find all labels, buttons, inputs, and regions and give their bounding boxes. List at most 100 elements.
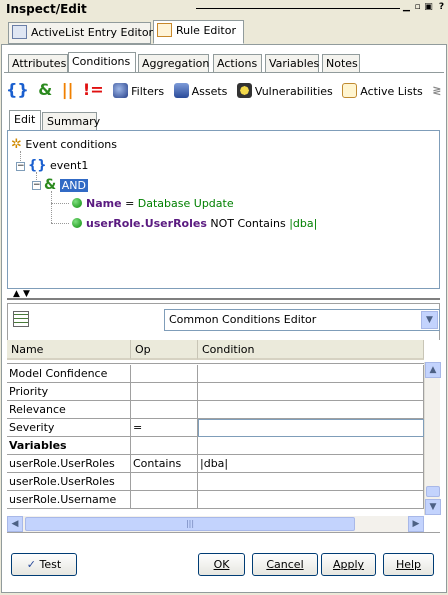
scroll-up-icon[interactable]: ▲ — [425, 362, 441, 378]
tree-root[interactable]: ✲ Event conditions — [11, 137, 117, 152]
tab-actions[interactable]: Actions — [213, 54, 262, 73]
tab-edit[interactable]: Edit — [9, 110, 41, 131]
condition-tree: ✲ Event conditions − {} event1 − & AND N… — [7, 130, 440, 289]
cell-cond[interactable]: |dba| — [198, 455, 424, 473]
assets-button[interactable]: Assets — [173, 82, 227, 98]
horizontal-scrollbar[interactable]: ◀ ||| ▶ — [7, 516, 424, 532]
cell-op[interactable]: Contains — [131, 455, 198, 473]
table-row[interactable]: userRole.Username — [7, 491, 424, 509]
scroll-right-icon[interactable]: ▶ — [408, 516, 424, 532]
tab-rule-editor[interactable]: Rule Editor — [153, 20, 244, 44]
tab-attributes[interactable]: Attributes — [8, 54, 68, 73]
active-lists-label: Active Lists — [360, 84, 423, 98]
condition-value: |dba| — [289, 217, 318, 230]
tab-label: Attributes — [12, 57, 67, 70]
cell-cond[interactable] — [198, 365, 424, 383]
tab-label: Summary — [47, 115, 101, 128]
more-toolbar-icon[interactable]: ≷ — [432, 84, 441, 97]
test-button[interactable]: ✓ Test — [11, 553, 77, 576]
table-row[interactable]: userRole.UserRoles Contains |dba| — [7, 455, 424, 473]
cell-cond[interactable] — [198, 491, 424, 509]
tree-node-event[interactable]: {} event1 — [28, 158, 88, 173]
condition-toolbar: {} & || != Filters Assets Vulnerabilitie… — [6, 80, 442, 104]
expander-minus-icon[interactable]: − — [32, 181, 41, 190]
table-row[interactable]: Model Confidence — [7, 365, 424, 383]
cell-cond[interactable] — [198, 383, 424, 401]
tab-aggregation[interactable]: Aggregation — [138, 54, 209, 73]
header-label: Name — [11, 343, 44, 356]
cell-op[interactable] — [131, 491, 198, 509]
condition-field: userRole.UserRoles — [86, 217, 207, 230]
ok-button[interactable]: OK — [198, 553, 245, 576]
column-header-op[interactable]: Op — [131, 340, 198, 360]
chevron-down-icon[interactable]: ▼ — [421, 311, 438, 329]
or-icon[interactable]: || — [62, 80, 74, 100]
maximize-icon[interactable]: ▫ — [413, 3, 422, 13]
tree-line — [51, 191, 52, 223]
cell-cond[interactable] — [198, 473, 424, 491]
table-row[interactable]: Variables — [7, 437, 424, 455]
vulnerability-icon — [236, 82, 252, 98]
tab-activelist-entry-editor[interactable]: ActiveList Entry Editor — [8, 22, 153, 44]
tab-variables[interactable]: Variables — [265, 54, 319, 73]
filter-icon — [113, 82, 129, 98]
tab-conditions[interactable]: Conditions — [68, 52, 136, 73]
scroll-thumb[interactable]: ||| — [25, 517, 355, 531]
help-icon[interactable]: ? — [437, 3, 446, 13]
cell-op[interactable] — [131, 365, 198, 383]
condition-op: = — [125, 197, 135, 210]
scroll-down-icon[interactable]: ▼ — [425, 499, 441, 515]
filters-label: Filters — [131, 84, 165, 98]
tree-root-label: Event conditions — [25, 138, 118, 151]
cell-cond[interactable] — [198, 401, 424, 419]
minimize-icon[interactable]: ▁ — [402, 3, 411, 13]
test-label: Test — [39, 558, 62, 571]
cell-cond[interactable] — [198, 419, 424, 437]
cell-cond[interactable] — [198, 437, 424, 455]
condition-dot-icon — [72, 198, 82, 208]
grid-view-icon[interactable] — [13, 311, 29, 327]
conditions-grid: Name Op Condition Model Confidence Priori… — [7, 340, 440, 532]
cell-op[interactable] — [131, 473, 198, 491]
condition-name[interactable]: Name = Database Update — [72, 197, 234, 210]
tab-summary[interactable]: Summary — [42, 112, 101, 131]
cell-name: userRole.UserRoles — [7, 455, 131, 473]
vulnerabilities-button[interactable]: Vulnerabilities — [236, 82, 333, 98]
cancel-button[interactable]: Cancel — [252, 553, 318, 576]
splitter[interactable]: ▲ ▼ — [7, 289, 440, 300]
cell-name: Relevance — [7, 401, 131, 419]
tabs-divider — [4, 72, 444, 73]
filters-button[interactable]: Filters — [113, 82, 165, 98]
table-row[interactable]: Priority — [7, 383, 424, 401]
help-button[interactable]: Help — [383, 553, 434, 576]
tab-label: Actions — [217, 57, 258, 70]
active-lists-button[interactable]: Active Lists — [342, 82, 423, 98]
table-row[interactable]: Severity = — [7, 419, 424, 437]
condition-dot-icon — [72, 218, 82, 228]
and-icon[interactable]: & — [38, 80, 52, 100]
cell-op[interactable] — [131, 437, 198, 455]
not-equal-icon[interactable]: != — [83, 80, 104, 100]
apply-button[interactable]: Apply — [321, 553, 376, 576]
tab-notes[interactable]: Notes — [322, 54, 360, 73]
editor-type-select[interactable]: Common Conditions Editor ▼ — [164, 309, 440, 331]
column-header-name[interactable]: Name — [7, 340, 131, 360]
header-label: Op — [135, 343, 151, 356]
column-header-condition[interactable]: Condition — [198, 340, 424, 360]
table-row[interactable]: Relevance — [7, 401, 424, 419]
close-icon[interactable]: ▣ — [424, 3, 433, 13]
table-row[interactable]: userRole.UserRoles — [7, 473, 424, 491]
scroll-left-icon[interactable]: ◀ — [7, 516, 23, 532]
braces-icon[interactable]: {} — [6, 80, 29, 100]
cell-op[interactable] — [131, 383, 198, 401]
cell-name: Model Confidence — [7, 365, 131, 383]
event-conditions-icon: ✲ — [11, 137, 22, 152]
cell-op[interactable]: = — [131, 419, 198, 437]
condition-userroles[interactable]: userRole.UserRoles NOT Contains |dba| — [72, 217, 317, 230]
expander-minus-icon[interactable]: − — [16, 162, 25, 171]
header-label: Condition — [202, 343, 255, 356]
tab-label: Edit — [14, 113, 36, 126]
cell-op[interactable] — [131, 401, 198, 419]
scroll-thumb[interactable] — [426, 486, 440, 497]
vertical-scrollbar[interactable]: ▲ ▼ — [424, 362, 441, 515]
